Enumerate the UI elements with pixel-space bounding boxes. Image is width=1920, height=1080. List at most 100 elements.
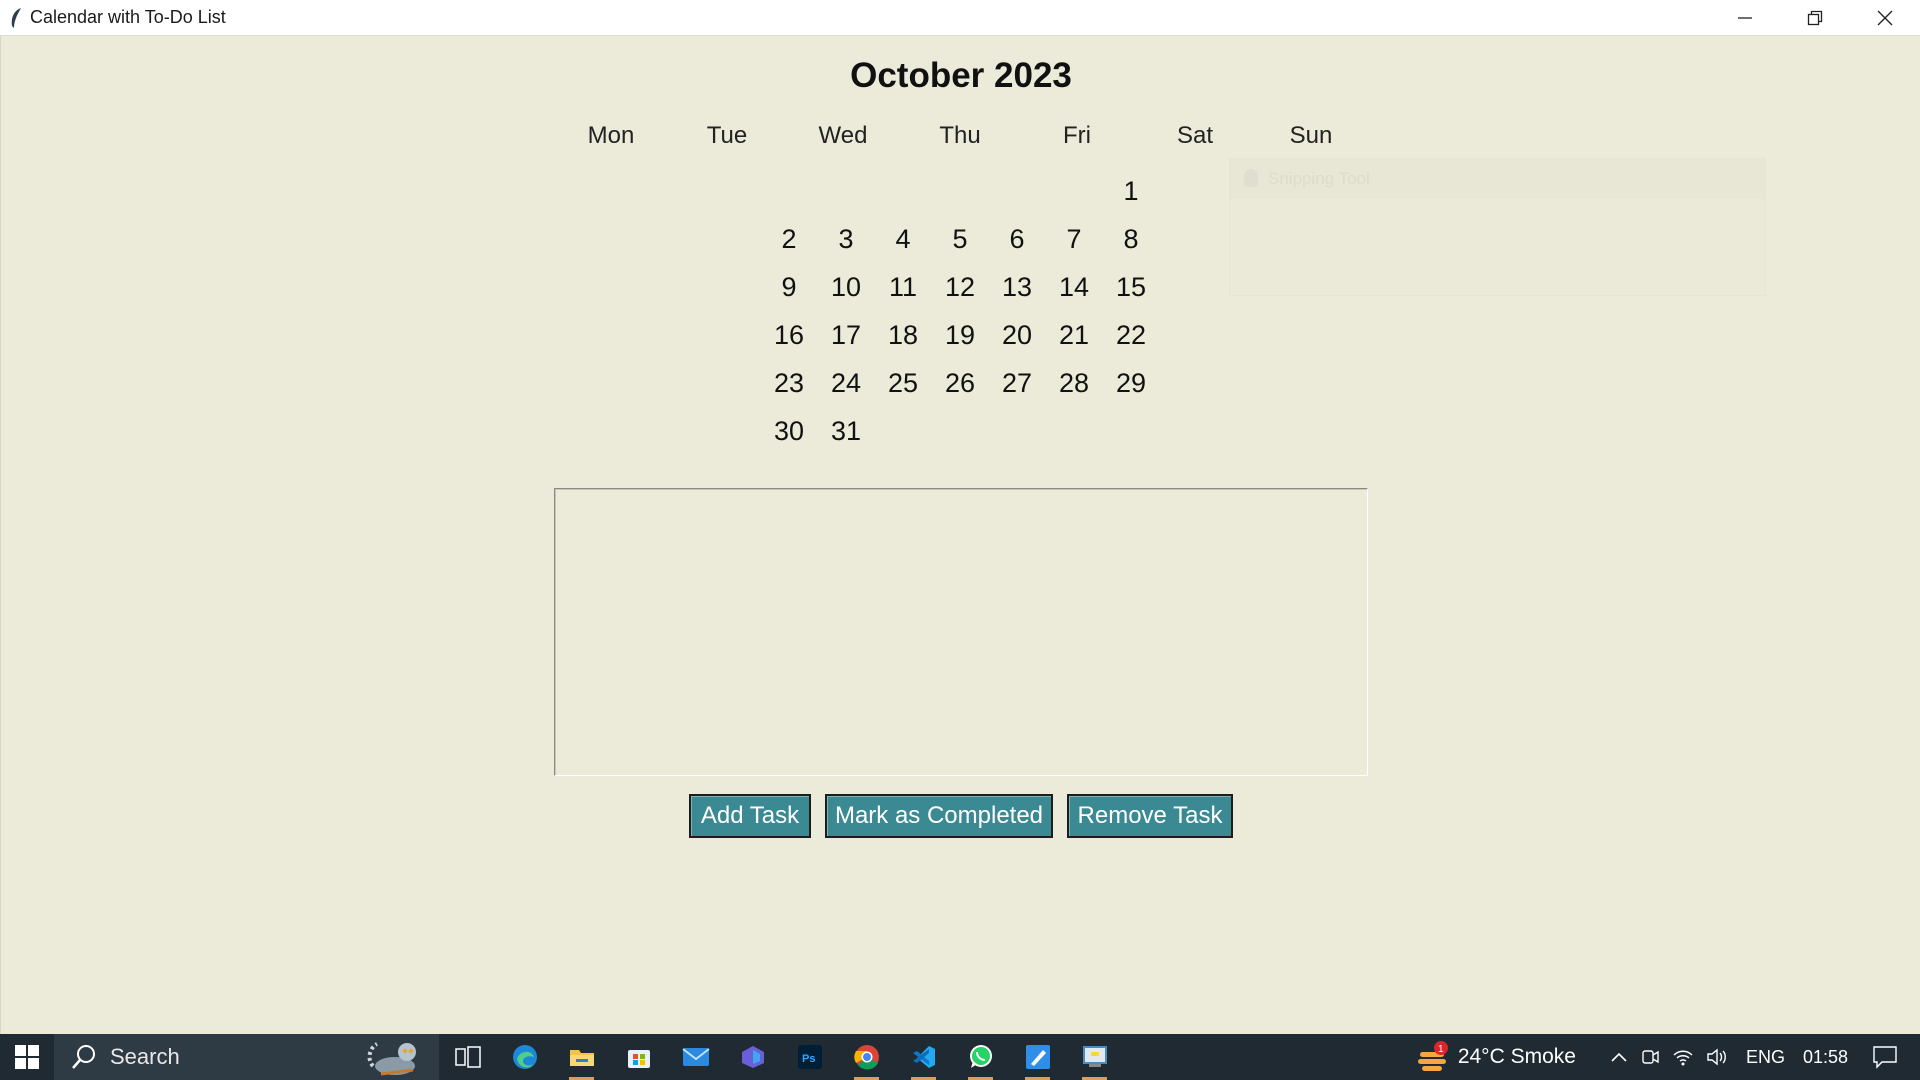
photoshop-icon: Ps — [797, 1045, 822, 1069]
calendar-day[interactable]: 25 — [875, 368, 931, 399]
restore-button[interactable] — [1780, 0, 1850, 35]
microsoft-store-icon — [627, 1050, 650, 1068]
copilot-taskbar-button[interactable] — [724, 1034, 781, 1080]
feather-app-icon — [6, 6, 26, 30]
calendar-day[interactable]: 26 — [932, 368, 988, 399]
copilot-icon — [741, 1046, 764, 1068]
task-view-button[interactable] — [439, 1034, 496, 1080]
notifications-button[interactable] — [1872, 1045, 1898, 1069]
mail-taskbar-button[interactable] — [667, 1034, 724, 1080]
task-view-icon — [454, 1046, 481, 1068]
remove-task-button[interactable]: Remove Task — [1067, 794, 1233, 838]
volume-button[interactable] — [1706, 1047, 1728, 1067]
taskbar-clock[interactable]: 01:58 — [1803, 1047, 1848, 1068]
minimize-icon — [1738, 16, 1752, 19]
start-button[interactable] — [0, 1034, 54, 1080]
windows-taskbar: Search Ps 1 24°C Smoke ENG 01:58 — [0, 1034, 1920, 1080]
edge-taskbar-button[interactable] — [496, 1034, 553, 1080]
photoshop-taskbar-button[interactable]: Ps — [781, 1034, 838, 1080]
calendar-day[interactable]: 11 — [875, 272, 931, 303]
calendar-day[interactable]: 16 — [761, 320, 817, 351]
calendar-day[interactable]: 2 — [761, 224, 817, 255]
weekday-label: Wed — [818, 122, 868, 149]
add-task-button[interactable]: Add Task — [689, 794, 811, 838]
chrome-icon — [853, 1045, 879, 1070]
calendar-day[interactable]: 7 — [1046, 224, 1102, 255]
month-title: October 2023 — [850, 56, 1072, 95]
search-label: Search — [110, 1044, 180, 1069]
calendar-day[interactable]: 13 — [989, 272, 1045, 303]
weekday-label: Tue — [706, 122, 748, 149]
vscode-icon — [912, 1046, 935, 1068]
vscode-taskbar-button[interactable] — [895, 1034, 952, 1080]
edge-icon — [512, 1045, 537, 1069]
speaker-icon — [1707, 1048, 1726, 1066]
network-button[interactable] — [1672, 1047, 1694, 1067]
calendar-day[interactable]: 15 — [1103, 272, 1159, 303]
mark-as-completed-button[interactable]: Mark as Completed — [825, 794, 1053, 838]
svg-text:Ps: Ps — [802, 1053, 815, 1065]
calendar-day[interactable]: 8 — [1103, 224, 1159, 255]
calendar-day[interactable]: 1 — [1103, 176, 1159, 207]
file-explorer-taskbar-button[interactable] — [553, 1034, 610, 1080]
calendar-day[interactable]: 20 — [989, 320, 1045, 351]
calendar-day[interactable]: 12 — [932, 272, 988, 303]
weekday-label: Sat — [1176, 122, 1214, 149]
system-tray: 1 24°C Smoke ENG 01:58 — [1410, 1034, 1920, 1080]
calendar-day[interactable]: 23 — [761, 368, 817, 399]
input-language-indicator[interactable]: ENG — [1746, 1047, 1785, 1068]
wifi-icon — [1673, 1050, 1693, 1066]
notification-icon — [1873, 1046, 1897, 1069]
chevron-up-icon — [1611, 1052, 1627, 1062]
calendar-day[interactable]: 6 — [989, 224, 1045, 255]
calendar-day[interactable]: 10 — [818, 272, 874, 303]
weekday-label: Fri — [1063, 122, 1091, 149]
calendar-day[interactable]: 24 — [818, 368, 874, 399]
weekday-label: Sun — [1289, 122, 1333, 149]
meet-now-button[interactable] — [1640, 1047, 1660, 1067]
pen-app-taskbar-button[interactable] — [1009, 1034, 1066, 1080]
calendar-day[interactable]: 14 — [1046, 272, 1102, 303]
weather-text: 24°C Smoke — [1457, 1045, 1576, 1068]
file-explorer-icon — [569, 1050, 594, 1066]
minimize-button[interactable] — [1710, 0, 1780, 35]
whatsapp-icon — [969, 1045, 992, 1068]
whatsapp-taskbar-button[interactable] — [952, 1034, 1009, 1080]
calendar-day[interactable]: 27 — [989, 368, 1045, 399]
calendar-day[interactable]: 22 — [1103, 320, 1159, 351]
microsoft-store-taskbar-button[interactable] — [610, 1034, 667, 1080]
calendar-day[interactable]: 18 — [875, 320, 931, 351]
weather-widget[interactable]: 1 24°C Smoke — [1416, 1040, 1598, 1074]
calendar-day[interactable]: 17 — [818, 320, 874, 351]
calendar-day[interactable]: 28 — [1046, 368, 1102, 399]
pen-app-icon — [1025, 1045, 1050, 1069]
weather-smoke-icon: 1 — [1417, 1041, 1448, 1071]
window-title: Calendar with To-Do List — [30, 7, 226, 27]
close-button[interactable] — [1850, 0, 1920, 35]
calendar-day[interactable]: 4 — [875, 224, 931, 255]
calendar-day[interactable]: 31 — [818, 416, 874, 447]
calendar-day[interactable]: 21 — [1046, 320, 1102, 351]
calendar-day[interactable]: 19 — [932, 320, 988, 351]
mail-icon — [681, 1048, 710, 1066]
weather-badge: 1 — [1438, 1044, 1444, 1055]
weekday-label: Mon — [587, 122, 635, 149]
window-title-bar: Calendar with To-Do List — [0, 0, 1920, 36]
python-idle-icon — [1082, 1046, 1107, 1067]
chrome-taskbar-button[interactable] — [838, 1034, 895, 1080]
python-idle-taskbar-button[interactable] — [1066, 1034, 1123, 1080]
task-listbox[interactable] — [554, 488, 1368, 776]
ghost-overlay-label: Snipping Tool — [1268, 169, 1370, 188]
calendar-day[interactable]: 29 — [1103, 368, 1159, 399]
show-hidden-icons-button[interactable] — [1610, 1051, 1628, 1063]
calendar-day[interactable]: 5 — [932, 224, 988, 255]
calendar-day[interactable]: 3 — [818, 224, 874, 255]
search-highlight-lemur-icon — [367, 1042, 416, 1076]
restore-icon — [1807, 10, 1823, 25]
app-window-content: October 2023 Mon Tue Wed Thu Fri Sat Sun… — [0, 36, 1920, 1034]
camera-icon — [1642, 1050, 1659, 1064]
snipping-tool-icon — [1244, 169, 1258, 187]
taskbar-search-box[interactable]: Search — [54, 1034, 439, 1080]
calendar-day[interactable]: 9 — [761, 272, 817, 303]
calendar-day[interactable]: 30 — [761, 416, 817, 447]
